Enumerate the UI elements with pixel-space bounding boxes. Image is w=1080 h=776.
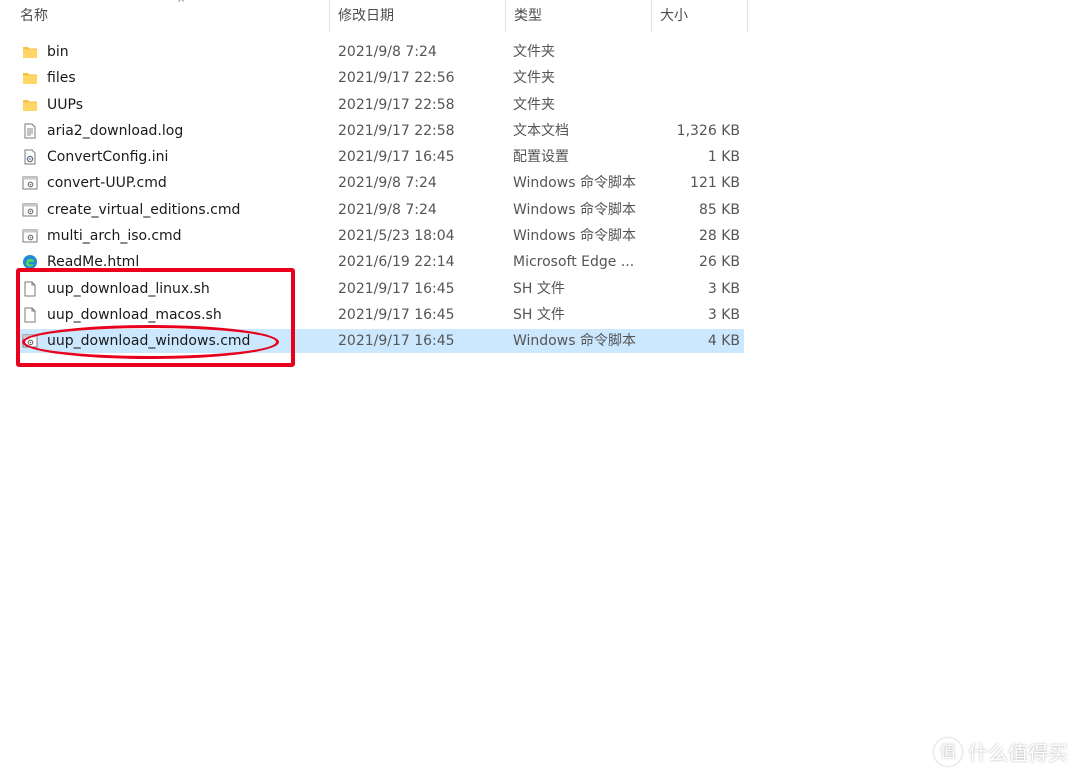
file-row[interactable]: UUPs 2021/9/17 22:58 文件夹 [0,92,750,118]
file-modified-date: 2021/6/19 22:14 [338,254,455,271]
column-header-type-label: 类型 [514,8,542,24]
file-modified-date: 2021/9/8 7:24 [338,44,437,60]
file-type: Windows 命令脚本 [513,175,636,192]
file-modified-date: 2021/9/17 16:45 [338,333,455,350]
file-row[interactable]: files 2021/9/17 22:56 文件夹 [0,65,750,91]
watermark-text: 什么值得买 [968,741,1068,765]
column-header: 名称 ^ 修改日期 类型 大小 [0,0,750,32]
folder-icon [22,44,38,60]
file-modified-date: 2021/9/17 16:45 [338,306,455,323]
file-modified-date: 2021/9/8 7:24 [338,175,437,192]
file-size: 85 KB [698,201,740,218]
file-row[interactable]: bin 2021/9/8 7:24 文件夹 [0,39,750,65]
file-modified-date: 2021/9/17 16:45 [338,149,455,166]
file-modified-date: 2021/9/8 7:24 [338,201,437,218]
file-name: create_virtual_editions.cmd [47,201,241,218]
file-type: Windows 命令脚本 [513,333,636,350]
file-row[interactable]: ConvertConfig.ini 2021/9/17 16:45 配置设置 1 KB [0,144,750,170]
folder-icon [22,97,38,113]
file-type: 文件夹 [513,70,555,87]
file-modified-date: 2021/5/23 18:04 [338,228,455,245]
file-size: 28 KB [698,228,740,245]
file-name: multi_arch_iso.cmd [47,228,182,245]
file-modified-date: 2021/9/17 22:58 [338,122,455,139]
file-size [652,92,740,118]
file-row[interactable]: create_virtual_editions.cmd 2021/9/8 7:24… [0,197,750,223]
file-row[interactable]: multi_arch_iso.cmd 2021/5/23 18:04 Windows… [0,223,750,249]
file-type: SH 文件 [513,280,565,297]
file-size: 121 KB [690,175,740,192]
column-header-date-label: 修改日期 [338,8,394,24]
column-header-type[interactable]: 类型 [506,0,652,32]
file-size: 1 KB [707,149,740,166]
file-type: 文件夹 [513,96,555,113]
file-name: files [47,70,76,87]
file-type: 文件夹 [513,44,555,60]
file-modified-date: 2021/9/17 16:45 [338,280,455,297]
column-header-date[interactable]: 修改日期 [330,0,506,32]
file-name: aria2_download.log [47,122,184,139]
file-size: 26 KB [698,254,740,271]
file-type: 文本文档 [513,122,569,139]
file-row[interactable]: convert-UUP.cmd 2021/9/8 7:24 Windows 命令脚本… [0,170,750,196]
file-size: 4 KB [707,333,740,350]
watermark: 值 什么值得买 [934,737,1068,766]
folder-icon [22,70,38,86]
text-file-icon [22,123,38,139]
file-modified-date: 2021/9/17 22:56 [338,70,455,87]
watermark-logo-icon: 值 [934,737,962,766]
cmd-script-icon [22,228,38,244]
file-size: 3 KB [707,306,740,323]
file-name: convert-UUP.cmd [47,175,167,192]
file-type: Microsoft Edge ... [513,254,635,271]
file-name: bin [47,44,69,60]
file-type: SH 文件 [513,306,565,323]
cmd-script-icon [22,202,38,218]
config-file-icon [22,149,38,165]
sort-ascending-icon: ^ [177,0,186,9]
file-size [652,39,740,65]
column-header-size-label: 大小 [660,8,688,24]
column-header-name[interactable]: 名称 ^ [12,0,330,32]
file-type: Windows 命令脚本 [513,201,636,218]
file-modified-date: 2021/9/17 22:58 [338,96,455,113]
file-name: UUPs [47,96,83,113]
file-row[interactable]: aria2_download.log 2021/9/17 22:58 文本文档 1,3… [0,118,750,144]
file-size: 1,326 KB [676,122,740,139]
highlight-ellipse [22,325,279,359]
file-size: 3 KB [707,280,740,297]
column-header-name-label: 名称 [20,8,48,24]
file-type: Windows 命令脚本 [513,228,636,245]
column-header-size[interactable]: 大小 [652,0,748,32]
cmd-script-icon [22,175,38,191]
file-type: 配置设置 [513,149,569,166]
file-size [652,65,740,91]
file-name: ConvertConfig.ini [47,149,169,166]
